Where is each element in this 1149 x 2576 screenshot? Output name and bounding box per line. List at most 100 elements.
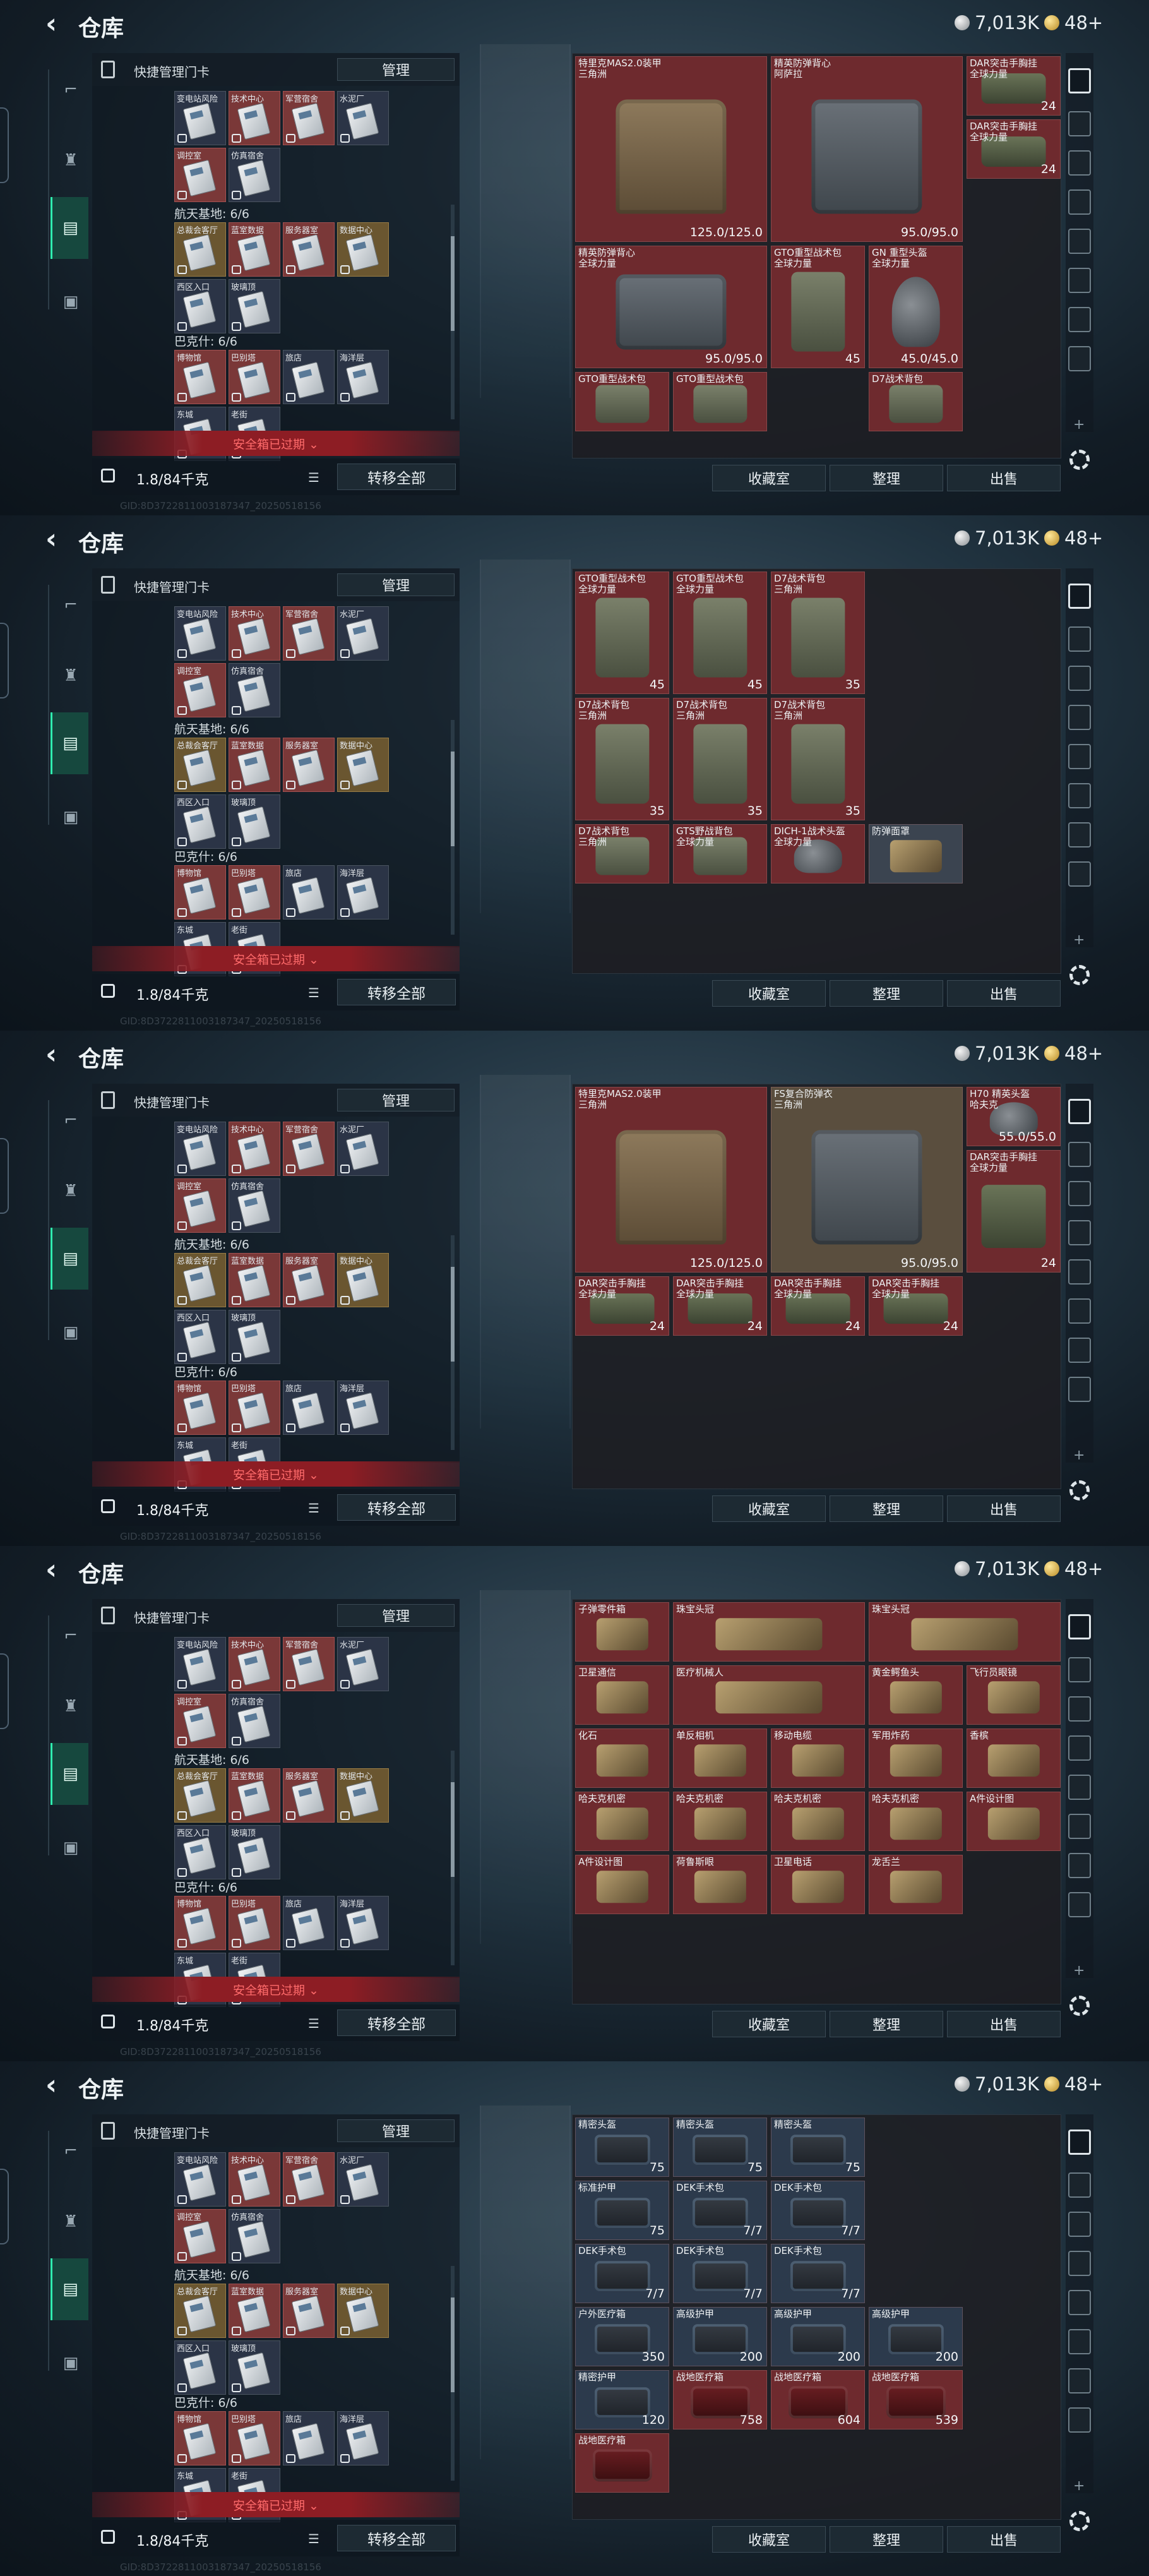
inventory-item[interactable]: 防弹面罩 [869, 824, 963, 884]
inventory-item[interactable]: D7战术背包 三角洲 35 [771, 572, 865, 694]
list-icon[interactable]: ☰ [308, 470, 319, 485]
inventory-item[interactable]: 香槟 [967, 1728, 1061, 1788]
inventory-item[interactable]: 珠宝头冠 [673, 1602, 865, 1662]
inventory-item[interactable]: 精密头盔 75 [575, 2118, 669, 2177]
keycard-item[interactable]: 蓝室数据 [229, 1768, 280, 1823]
keycard-item[interactable]: 调控室 [174, 148, 226, 202]
keycard-item[interactable]: 旅店 [283, 2411, 335, 2465]
keycard-item[interactable]: 军营宿舍 [283, 606, 335, 661]
inventory-item[interactable]: 精英防弹背心 阿萨拉 95.0/95.0 [771, 56, 963, 242]
add-tab-icon[interactable]: + [1073, 417, 1085, 433]
sort-button[interactable]: 整理 [830, 1495, 943, 1522]
storage-tab-icon[interactable] [1068, 666, 1091, 691]
back-arrow-icon[interactable]: ‹ [45, 2071, 57, 2099]
inventory-item[interactable]: D7战术背包 三角洲 35 [673, 698, 767, 820]
keycard-item[interactable]: 蓝室数据 [229, 222, 280, 277]
transfer-all-button[interactable]: 转移全部 [337, 464, 456, 490]
nav-armor-icon[interactable]: ♜ [51, 1686, 91, 1727]
keycard-item[interactable]: 海洋层 [337, 350, 389, 404]
keycard-item[interactable]: 军营宿舍 [283, 91, 335, 145]
keycard-item[interactable]: 水泥厂 [337, 2152, 389, 2207]
sort-button[interactable]: 整理 [830, 2526, 943, 2553]
keycard-item[interactable]: 巴别塔 [229, 865, 280, 920]
inventory-item[interactable]: D7战术背包 三角洲 35 [575, 698, 669, 820]
nav-weapon-icon[interactable]: ⌐ [51, 2131, 91, 2171]
inventory-item[interactable]: GTO重型战术包 [673, 372, 767, 431]
keycard-item[interactable]: 总裁会客厅 [174, 2284, 226, 2338]
add-tab-icon[interactable]: + [1073, 932, 1085, 948]
nav-storage-icon[interactable]: ▤ [51, 2258, 88, 2320]
inventory-item[interactable]: FS复合防弹衣 三角洲 95.0/95.0 [771, 1087, 963, 1273]
keycard-item[interactable]: 调控室 [174, 1178, 226, 1233]
keycard-item[interactable]: 数据中心 [337, 2284, 389, 2338]
inventory-item[interactable]: DAR突击手胸挂 全球力量 24 [967, 119, 1061, 179]
side-drawer-tab[interactable] [0, 2169, 9, 2244]
keycard-item[interactable]: 技术中心 [229, 1637, 280, 1691]
storage-tab-icon[interactable] [1068, 268, 1091, 293]
inventory-item[interactable]: DEK手术包 7/7 [673, 2181, 767, 2240]
inventory-item[interactable]: 荷鲁斯眼 [673, 1855, 767, 1914]
inventory-item[interactable]: 哈夫克机密 [575, 1792, 669, 1851]
safe-box-expired-banner[interactable]: 安全箱已过期 ⌄ [92, 1461, 460, 1487]
manage-button[interactable]: 管理 [337, 2119, 455, 2142]
sell-button[interactable]: 出售 [947, 2526, 1061, 2553]
sell-button[interactable]: 出售 [947, 980, 1061, 1007]
sell-button[interactable]: 出售 [947, 1495, 1061, 1522]
transfer-all-button[interactable]: 转移全部 [337, 2010, 456, 2036]
inventory-item[interactable]: DEK手术包 7/7 [771, 2181, 865, 2240]
collection-room-button[interactable]: 收藏室 [712, 1495, 826, 1522]
inventory-item[interactable]: A件设计图 [575, 1855, 669, 1914]
inventory-item[interactable]: 化石 [575, 1728, 669, 1788]
inventory-item[interactable]: DAR突击手胸挂 全球力量 24 [967, 1150, 1061, 1273]
nav-storage-icon[interactable]: ▤ [51, 712, 88, 774]
inventory-item[interactable]: DAR突击手胸挂 全球力量 24 [575, 1276, 669, 1336]
keycard-item[interactable]: 变电站风险 [174, 1637, 226, 1691]
keycard-item[interactable]: 总裁会客厅 [174, 738, 226, 792]
storage-tab-icon[interactable] [1068, 2172, 1091, 2198]
inventory-item[interactable]: 户外医疗箱 350 [575, 2307, 669, 2366]
keycard-item[interactable]: 军营宿舍 [283, 1122, 335, 1176]
inventory-item[interactable]: 移动电缆 [771, 1728, 865, 1788]
sell-button[interactable]: 出售 [947, 465, 1061, 491]
keycard-item[interactable]: 水泥厂 [337, 606, 389, 661]
keycard-item[interactable]: 玻璃顶 [229, 2340, 280, 2395]
keycard-item[interactable]: 总裁会客厅 [174, 1253, 226, 1307]
inventory-item[interactable]: 黄金鳄鱼头 [869, 1665, 963, 1725]
add-tab-icon[interactable]: + [1073, 1447, 1085, 1463]
keycard-item[interactable]: 服务器室 [283, 222, 335, 277]
safe-box-expired-banner[interactable]: 安全箱已过期 ⌄ [92, 946, 460, 971]
storage-tab-icon[interactable] [1068, 1696, 1091, 1722]
inventory-item[interactable]: 单反相机 [673, 1728, 767, 1788]
storage-tab-icon[interactable] [1068, 1142, 1091, 1167]
inventory-item[interactable]: 精英防弹背心 全球力量 95.0/95.0 [575, 246, 767, 368]
nav-toolbox-icon[interactable]: ▣ [51, 2343, 91, 2383]
keycard-item[interactable]: 博物馆 [174, 865, 226, 920]
storage-tab-icon[interactable] [1068, 2290, 1091, 2315]
keycard-item[interactable]: 仿真宿舍 [229, 2209, 280, 2263]
inventory-item[interactable]: 军用炸药 [869, 1728, 963, 1788]
transfer-all-button[interactable]: 转移全部 [337, 1494, 456, 1521]
side-drawer-tab[interactable] [0, 1138, 9, 1214]
inventory-item[interactable]: 特里克MAS2.0装甲 三角洲 125.0/125.0 [575, 1087, 767, 1273]
keycard-item[interactable]: 玻璃顶 [229, 1825, 280, 1879]
keycard-item[interactable]: 军营宿舍 [283, 1637, 335, 1691]
keycard-item[interactable]: 数据中心 [337, 1253, 389, 1307]
keycard-item[interactable]: 水泥厂 [337, 1122, 389, 1176]
storage-tab-icon[interactable] [1068, 189, 1091, 215]
inventory-item[interactable]: DICH-1战术头盔 全球力量 [771, 824, 865, 884]
keycard-item[interactable]: 变电站风险 [174, 606, 226, 661]
inventory-item[interactable]: DEK手术包 7/7 [771, 2244, 865, 2303]
back-arrow-icon[interactable]: ‹ [45, 10, 57, 38]
settings-gear-icon[interactable] [1069, 1480, 1090, 1501]
inventory-item[interactable]: 战地医疗箱 604 [771, 2370, 865, 2429]
nav-toolbox-icon[interactable]: ▣ [51, 797, 91, 837]
settings-gear-icon[interactable] [1069, 450, 1090, 470]
inventory-item[interactable]: GTO重型战术包 全球力量 45 [673, 572, 767, 694]
collection-room-button[interactable]: 收藏室 [712, 465, 826, 491]
keycard-item[interactable]: 变电站风险 [174, 2152, 226, 2207]
storage-tab-icon[interactable] [1068, 1614, 1091, 1639]
sell-button[interactable]: 出售 [947, 2011, 1061, 2037]
list-icon[interactable]: ☰ [308, 1501, 319, 1516]
keycard-item[interactable]: 调控室 [174, 1694, 226, 1748]
inventory-item[interactable]: 卫星通信 [575, 1665, 669, 1725]
